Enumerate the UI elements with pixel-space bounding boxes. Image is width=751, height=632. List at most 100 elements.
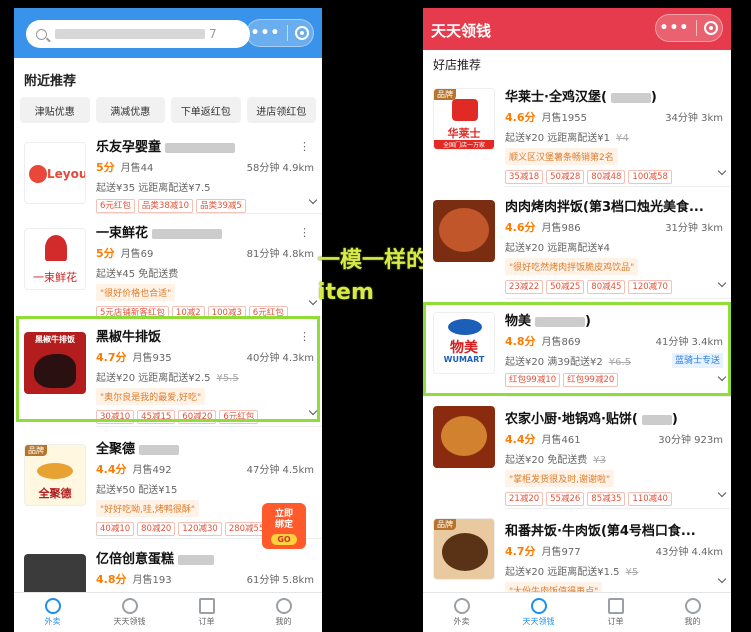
shop-logo: 黑椒牛排饭 [24,332,86,394]
time-distance: 30分钟 923m [658,435,723,446]
promo-tag: 品类39减5 [196,199,246,213]
more-icon[interactable]: ⋮ [299,140,310,153]
nav-takeout[interactable]: 外卖 [432,598,492,627]
review-quote: "奥尔良是我的最爱,好吃" [96,388,206,405]
blurred-text [55,29,205,39]
shop-name: 一束鲜花 [96,226,149,241]
delivery-info: 起送¥50 配送¥15 [96,485,178,496]
shop-logo [433,406,495,468]
shop-name: 亿倍创意蛋糕 [96,552,175,567]
shop-score: 4.7分 [505,545,536,558]
shop-score: 5分 [96,161,115,174]
nav-orders[interactable]: 订单 [586,598,646,627]
shop-logo [433,200,495,262]
shop-card[interactable]: 物美 WUMART 物美) 4.8分 月售869 41分钟 3.4km 起送¥20 … [423,302,731,390]
mini-program-capsule[interactable]: ••• [246,19,314,47]
monthly-sales: 月售44 [120,163,154,174]
monthly-sales: 月售461 [541,435,581,446]
more-icon[interactable]: ••• [251,25,281,41]
promo-tag: 50减28 [546,170,585,184]
delivery-info: 起送¥20 远距离配送¥1 [505,133,610,144]
shop-card[interactable]: 一束鲜花 一束鲜花 ⋮ 5分 月售69 81分钟 4.8km 起送¥45 免配送费 … [14,214,322,320]
nav-orders[interactable]: 订单 [177,598,237,627]
shop-card[interactable]: 黑椒牛排饭 黑椒牛排饭 ⋮ 4.7分 月售935 40分钟 4.3km 起送¥20 … [14,318,322,424]
monthly-sales: 月售193 [132,575,172,586]
monthly-sales: 月售492 [132,465,172,476]
nearby-title: 附近推荐 [24,74,77,89]
brand-badge: 品牌 [25,445,47,456]
nav-mine[interactable]: 我的 [254,598,314,627]
time-distance: 41分钟 3.4km [655,337,723,348]
promo-tag: 6元红包 [219,410,259,424]
shop-score: 4.4分 [96,463,127,476]
promo-tag: 23减22 [505,280,544,294]
delivery-info: 起送¥20 满39配送¥2 [505,357,603,368]
bottom-nav: 外卖 天天领钱 订单 我的 [423,592,731,632]
filter-chip[interactable]: 下单返红包 [171,97,241,123]
shop-logo: 品牌 [433,518,495,580]
brand-badge: 品牌 [434,519,456,530]
shop-logo: 品牌 全聚德 [24,444,86,506]
shop-score: 4.8分 [96,573,127,586]
promo-tag: 6元红包 [96,199,135,213]
brand-badge: 品牌 [434,89,456,100]
right-header: 天天领钱 ••• [423,8,731,50]
bind-coupon-float-button[interactable]: 立即 绑定 GO [262,503,306,549]
shop-card[interactable]: 品牌 和番丼饭·牛肉饭(第4号档口食... 4.7分 月售977 43分钟 4.4k… [423,512,731,599]
promo-tag: 85减35 [587,492,626,506]
left-phone-screen: 7 ••• 附近推荐 津贴优惠 满减优惠 下单返红包 进店领红包 Leyou 乐… [14,8,322,632]
time-distance: 43分钟 4.4km [655,547,723,558]
delivery-info: 起送¥20 免配送费 [505,455,588,466]
shop-card[interactable]: Leyou 乐友孕婴童 ⋮ 5分 月售44 58分钟 4.9km 起送¥35 远距离… [14,128,322,213]
shop-card[interactable]: 肉肉烤肉拌饭(第3档口烛光美食... 4.6分 月售986 31分钟 3km 起送¥… [423,188,731,296]
promo-tag: 100减58 [628,170,672,184]
monthly-sales: 月售977 [541,547,581,558]
shop-name: 农家小厨·地锅鸡·贴饼( [505,412,638,427]
filter-chip[interactable]: 满减优惠 [95,97,165,123]
right-phone-screen: 天天领钱 ••• 好店推荐 品牌 华莱士 全国门店一万家 华莱士·全鸡汉堡() … [423,8,731,632]
delivery-info: 起送¥20 远距离配送¥4 [505,243,610,254]
promo-tag: 110减40 [628,492,672,506]
monthly-sales: 月售69 [120,249,154,260]
more-icon[interactable]: ⋮ [299,330,310,343]
mini-program-capsule[interactable]: ••• [655,14,723,42]
nav-mine[interactable]: 我的 [663,598,723,627]
right-content: 好店推荐 品牌 华莱士 全国门店一万家 华莱士·全鸡汉堡() 4.6分 月售195… [423,50,731,599]
more-icon[interactable]: ••• [660,20,690,36]
shop-logo: 一束鲜花 [24,228,86,290]
time-distance: 47分钟 4.5km [246,465,314,476]
promo-tag: 红包99减20 [563,373,619,387]
close-target-icon[interactable] [704,21,719,35]
filter-chip[interactable]: 进店领红包 [246,97,316,123]
promo-tag: 80减45 [587,280,626,294]
delivery-info: 起送¥45 免配送费 [96,269,179,280]
shop-score: 4.4分 [505,433,536,446]
nav-daily-money[interactable]: 天天领钱 [509,598,569,627]
review-quote: "好好吃呦,哇,烤鸭很酥" [96,500,200,517]
nav-takeout[interactable]: 外卖 [23,598,83,627]
shop-card[interactable]: 亿倍创意蛋糕 4.8分 月售193 61分钟 5.8km [14,540,322,616]
search-input[interactable]: 7 [26,20,250,48]
shop-score: 4.6分 [505,111,536,124]
good-shops-title: 好店推荐 [433,58,482,72]
shop-card[interactable]: 品牌 华莱士 全国门店一万家 华莱士·全鸡汉堡() 4.6分 月售1955 34分钟… [423,78,731,184]
promo-tag: 55减26 [546,492,585,506]
review-quote: "很好吃然烤肉拌饭脆皮鸡饮品" [505,258,639,275]
time-distance: 58分钟 4.9km [246,163,314,174]
shop-card[interactable]: 农家小厨·地锅鸡·贴饼() 4.4分 月售461 30分钟 923m 起送¥20 免… [423,400,731,506]
ranking-quote: 顺义区汉堡薯条畅销第2名 [505,148,618,165]
promo-tag: 45减15 [137,410,176,424]
monthly-sales: 月售935 [132,353,172,364]
coin-icon [530,598,547,614]
shop-score: 4.6分 [505,221,536,234]
shop-name: 肉肉烤肉拌饭(第3档口烛光美食... [505,200,704,215]
time-distance: 81分钟 4.8km [246,249,314,260]
nav-daily-money[interactable]: 天天领钱 [100,598,160,627]
shop-name: 和番丼饭·牛肉饭(第4号档口食... [505,524,696,539]
more-icon[interactable]: ⋮ [299,226,310,239]
filter-chip[interactable]: 津贴优惠 [20,97,90,123]
close-target-icon[interactable] [295,26,310,40]
search-suffix: 7 [209,27,217,41]
review-quote: "很好价格也合适" [96,284,176,301]
annotation-line1: 一模一样的 [318,248,429,273]
